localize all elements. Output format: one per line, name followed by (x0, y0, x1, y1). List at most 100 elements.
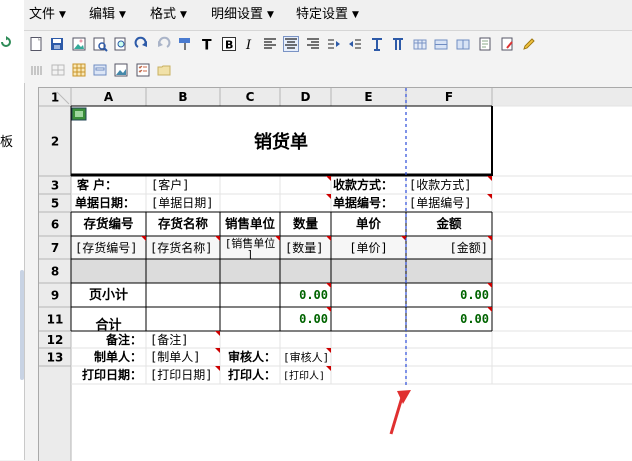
table-header-4: 单价 (356, 216, 382, 231)
chevron-down-icon: ▼ (180, 10, 187, 20)
grid-cells-button[interactable] (49, 61, 67, 79)
svg-text:T: T (202, 38, 212, 53)
grid-cells-icon (51, 64, 65, 76)
maker-field: [制单人] (150, 350, 200, 364)
customer-field: [客户] (151, 177, 189, 192)
page-edit-button[interactable] (498, 35, 516, 53)
memo-label: 备注： (105, 332, 142, 347)
menu-bar: 文件 ▼ 编辑 ▼ 格式 ▼ 明细设置 ▼ 特定设置 ▼ (24, 0, 632, 31)
row-header-6[interactable]: 6 (51, 218, 59, 232)
field-marker (326, 194, 331, 199)
find-button[interactable] (112, 35, 130, 53)
row-header-7[interactable]: 7 (51, 241, 59, 255)
save-button[interactable] (48, 35, 66, 53)
detail-field-5: [金额] (450, 240, 488, 255)
picture-button[interactable] (112, 61, 130, 79)
svg-text:I: I (245, 38, 252, 52)
row-header-13[interactable]: 13 (47, 351, 64, 365)
panel-resize-handle[interactable] (20, 270, 24, 380)
column-header-D[interactable]: D (301, 90, 311, 104)
column-insert-button[interactable] (389, 35, 407, 53)
folder-icon (157, 65, 171, 76)
table-button[interactable] (411, 35, 429, 53)
row-header-11[interactable]: 11 (47, 313, 64, 327)
table-row-button[interactable] (432, 35, 450, 53)
format-painter-icon (179, 38, 190, 50)
align-left-icon (264, 38, 276, 49)
pencil-button[interactable] (520, 35, 538, 53)
report-sheet[interactable]: A B C D E F12356789111213销货单客 户： [客户] 收款方式： [收款方… (38, 87, 632, 461)
field-marker (326, 176, 331, 181)
picture-icon (114, 63, 128, 77)
text-icon: T (202, 38, 212, 53)
payment-field: [收款方式] (409, 177, 471, 192)
menu-edit-label: 编辑 (89, 7, 116, 22)
checklist-button[interactable] (134, 61, 152, 79)
svg-text:B: B (225, 39, 233, 52)
italic-button[interactable]: I (240, 35, 258, 53)
grid-columns-button[interactable] (28, 61, 46, 79)
field-marker (326, 366, 331, 371)
page-subtotal-amount: 0.00 (460, 288, 489, 302)
align-left-button[interactable] (261, 35, 279, 53)
row-header-2[interactable]: 2 (51, 135, 59, 149)
page-button[interactable] (476, 35, 494, 53)
undo-icon (158, 36, 171, 48)
row-header-1[interactable]: 1 (51, 91, 59, 105)
insert-toolbar (24, 57, 632, 83)
column-header-C[interactable]: C (246, 90, 255, 104)
menu-specific-settings[interactable]: 特定设置 ▼ (296, 8, 359, 22)
bold-button[interactable]: B (220, 35, 238, 53)
auditor-field: [审核人] (283, 350, 329, 364)
image-button[interactable] (70, 35, 88, 53)
column-header-F[interactable]: F (445, 90, 453, 104)
column-header-B[interactable]: B (178, 90, 187, 104)
undo-button[interactable] (154, 35, 172, 53)
payment-label: 收款方式： (333, 177, 393, 192)
outdent-button[interactable] (346, 35, 364, 53)
folder-button[interactable] (155, 61, 173, 79)
column-split-button[interactable] (368, 35, 386, 53)
outdent-icon (349, 39, 361, 49)
format-painter-button[interactable] (176, 35, 194, 53)
text-button[interactable]: T (198, 35, 216, 53)
menu-file-label: 文件 (29, 7, 56, 22)
table-col-button[interactable] (454, 35, 472, 53)
redo-icon (134, 36, 147, 48)
table-grid-button[interactable] (70, 61, 88, 79)
auditor-label: 审核人： (228, 349, 276, 364)
menu-edit[interactable]: 编辑 ▼ (89, 8, 126, 22)
table-header-1: 存货名称 (157, 216, 209, 231)
memo-field: [备注] (150, 332, 188, 347)
menu-format[interactable]: 格式 ▼ (150, 8, 187, 22)
chevron-down-icon: ▼ (352, 10, 359, 20)
form-button[interactable] (91, 61, 109, 79)
row-header-5[interactable]: 5 (51, 197, 59, 211)
checklist-icon (136, 63, 150, 77)
indent-icon (328, 39, 340, 49)
refresh-icon[interactable] (0, 36, 12, 48)
date-label: 单据日期： (75, 195, 135, 210)
print-preview-button[interactable] (91, 35, 109, 53)
new-button[interactable] (27, 35, 45, 53)
table-icon (413, 39, 427, 50)
row-header-9[interactable]: 9 (51, 289, 59, 303)
redo-button[interactable] (133, 35, 151, 53)
column-header-A[interactable]: A (104, 90, 114, 104)
cell-image-icon-inner (75, 111, 83, 117)
grid-columns-icon (31, 66, 42, 75)
menu-file[interactable]: 文件 ▼ (29, 8, 66, 22)
align-right-button[interactable] (304, 35, 322, 53)
printdate-field: [打印日期] (150, 368, 212, 382)
menu-detail-settings-label: 明细设置 (211, 7, 264, 22)
total-amount: 0.00 (460, 312, 489, 326)
row-header-12[interactable]: 12 (47, 333, 64, 347)
row-header-8[interactable]: 8 (51, 265, 59, 279)
row-header-3[interactable]: 3 (51, 179, 59, 193)
indent-button[interactable] (325, 35, 343, 53)
align-center-button[interactable] (282, 35, 300, 53)
print-preview-icon (93, 37, 108, 52)
menu-detail-settings[interactable]: 明细设置 ▼ (211, 8, 274, 22)
blank-row (71, 259, 492, 283)
column-header-E[interactable]: E (364, 90, 372, 104)
